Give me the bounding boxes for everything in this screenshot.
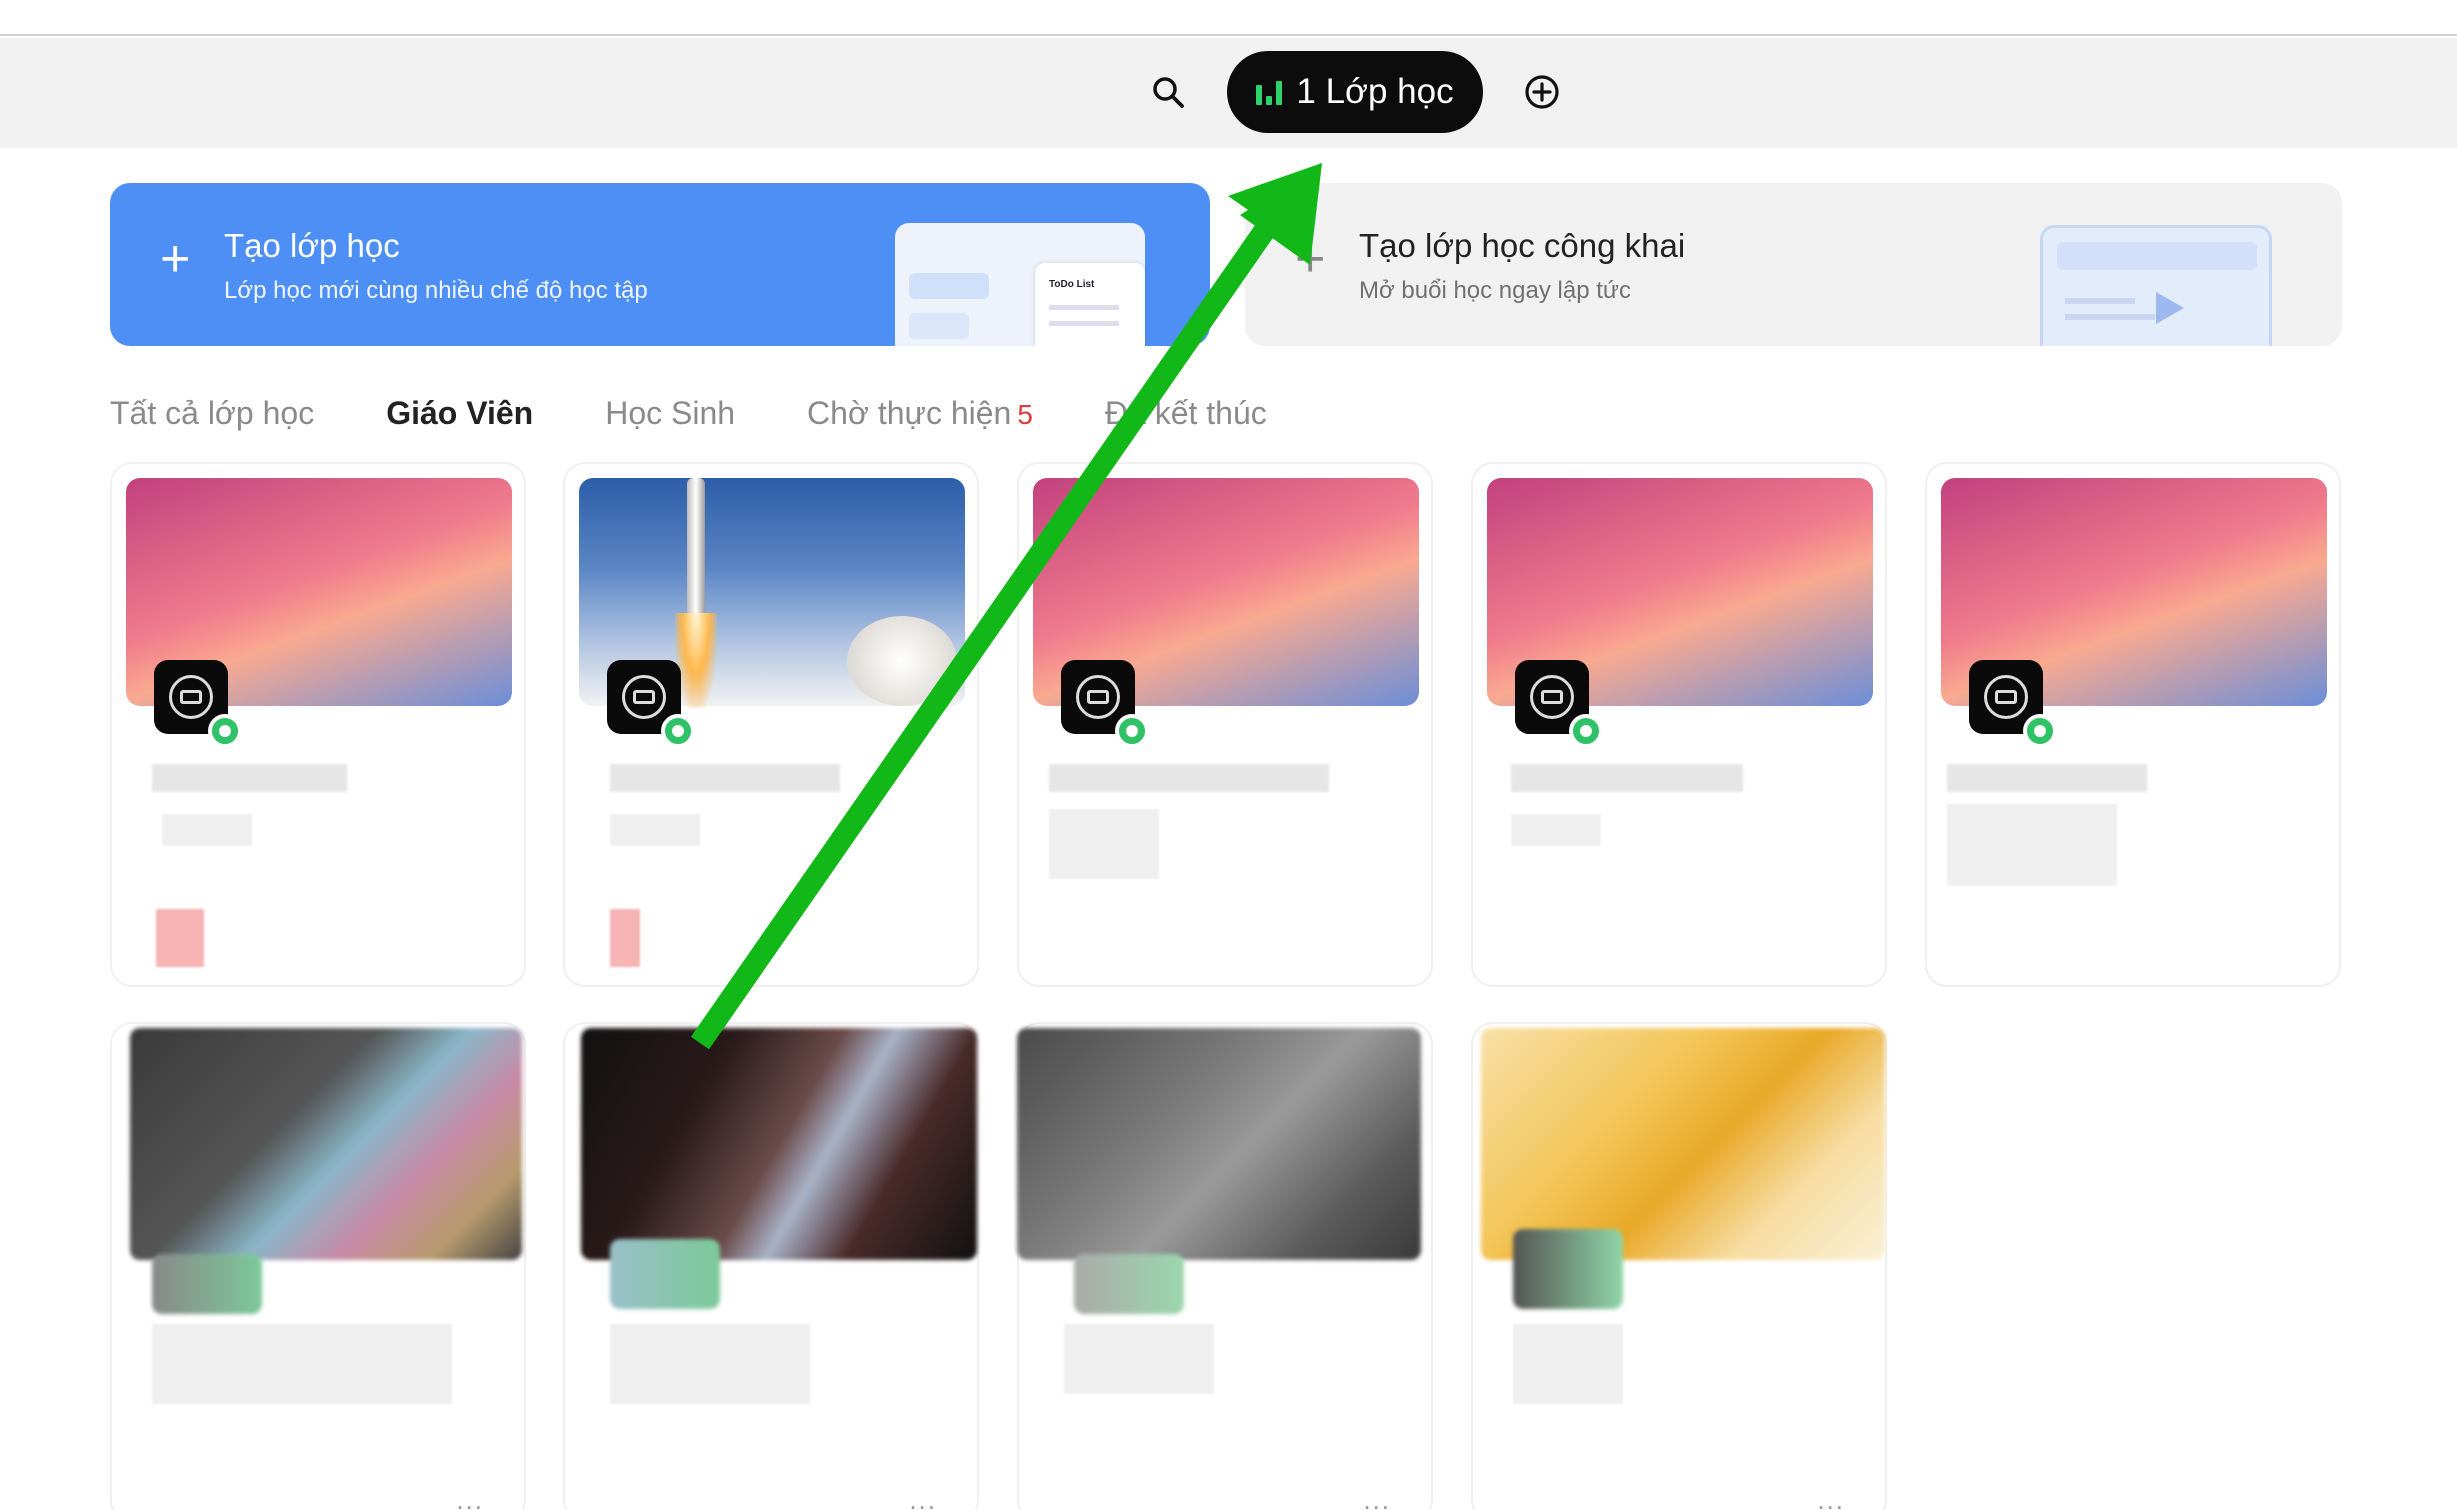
tab-teacher[interactable]: Giáo Viên (386, 395, 533, 432)
class-card[interactable] (563, 462, 979, 987)
card-menu-button[interactable]: ... (1817, 1485, 1845, 1510)
create-class-banner[interactable]: + Tạo lớp học Lớp học mới cùng nhiều chế… (110, 183, 1210, 346)
live-bars-icon (1256, 79, 1283, 105)
class-count-label: 1 Lớp học (1296, 72, 1454, 111)
video-mockup-illustration (2040, 225, 2272, 346)
tab-all-classes[interactable]: Tất cả lớp học (110, 395, 314, 432)
seal-logo-icon (1530, 675, 1574, 719)
tab-pending[interactable]: Chờ thực hiện 5 (807, 395, 1033, 432)
tab-label: Giáo Viên (386, 395, 534, 431)
rocket-illustration (687, 478, 705, 618)
tab-student[interactable]: Học Sinh (605, 395, 735, 432)
tag-redacted (610, 909, 640, 967)
class-name-redacted (152, 1324, 452, 1404)
avatar-redacted (610, 1239, 720, 1309)
avatar-redacted (1074, 1254, 1184, 1314)
class-card[interactable]: ... (1471, 1022, 1887, 1510)
class-name-redacted (1064, 1324, 1214, 1394)
class-info-redacted (1511, 814, 1601, 846)
class-count-button[interactable]: 1 Lớp học (1227, 51, 1483, 133)
class-card[interactable] (1017, 462, 1433, 987)
class-info-redacted (1947, 804, 2117, 886)
class-name-redacted (1049, 764, 1329, 792)
class-cover-redacted (130, 1028, 522, 1260)
class-card[interactable]: ... (1017, 1022, 1433, 1510)
tab-label: Chờ thực hiện (807, 395, 1012, 431)
class-card[interactable]: ... (563, 1022, 979, 1510)
create-public-class-banner[interactable]: + Tạo lớp học công khai Mở buổi học ngay… (1245, 183, 2342, 346)
class-name-redacted (1947, 764, 2147, 792)
card-menu-button[interactable]: ... (1363, 1485, 1391, 1510)
card-menu-button[interactable]: ... (456, 1485, 484, 1510)
online-status-icon (208, 714, 242, 748)
online-status-icon (1569, 714, 1603, 748)
public-class-subtitle: Mở buổi học ngay lập tức (1359, 277, 1631, 304)
class-name-redacted (1511, 764, 1743, 792)
window-top-edge (0, 0, 2457, 36)
class-name-redacted (610, 1324, 810, 1404)
public-class-title: Tạo lớp học công khai (1359, 227, 1686, 264)
seal-logo-icon (1984, 675, 2028, 719)
class-cover-redacted (1017, 1028, 1421, 1260)
app-mockup-illustration: ToDo List (895, 223, 1145, 346)
search-icon (1153, 77, 1184, 108)
plus-circle-icon (1525, 75, 1559, 109)
create-class-title: Tạo lớp học (224, 227, 400, 264)
rocket-flame-illustration (675, 613, 717, 708)
class-card[interactable] (1471, 462, 1887, 987)
class-cover-redacted (1481, 1028, 1885, 1260)
add-button[interactable] (1520, 70, 1564, 114)
smoke-illustration (847, 616, 957, 706)
class-info-redacted (162, 814, 252, 846)
classroom-page: 1 Lớp học + Tạo lớp học Lớp học mới cùng… (0, 0, 2457, 1510)
class-name-redacted (1513, 1324, 1623, 1404)
class-info-redacted (1049, 809, 1159, 879)
todo-list-label: ToDo List (1049, 279, 1095, 290)
card-menu-button[interactable]: ... (909, 1485, 937, 1510)
class-card[interactable] (110, 462, 526, 987)
search-button[interactable] (1148, 72, 1188, 112)
tag-redacted (156, 909, 204, 967)
online-status-icon (1115, 714, 1149, 748)
class-cover-redacted (581, 1028, 977, 1260)
tab-finished[interactable]: Đã kết thúc (1105, 395, 1267, 432)
tab-label: Học Sinh (605, 395, 736, 431)
plus-icon: + (1295, 230, 1326, 288)
online-status-icon (2023, 714, 2057, 748)
tab-label: Tất cả lớp học (110, 395, 315, 431)
class-card[interactable]: ... (110, 1022, 526, 1510)
pending-count-badge: 5 (1017, 399, 1033, 430)
avatar-redacted (152, 1254, 262, 1314)
seal-logo-icon (169, 675, 213, 719)
class-name-redacted (152, 764, 347, 792)
create-class-subtitle: Lớp học mới cùng nhiều chế độ học tập (224, 277, 648, 304)
class-filter-tabs: Tất cả lớp học Giáo Viên Học Sinh Chờ th… (110, 395, 1339, 432)
class-info-redacted (610, 814, 700, 846)
avatar-redacted (1513, 1229, 1623, 1309)
seal-logo-icon (622, 675, 666, 719)
class-name-redacted (610, 764, 840, 792)
online-status-icon (661, 714, 695, 748)
plus-icon: + (160, 230, 191, 288)
class-card[interactable] (1925, 462, 2341, 987)
seal-logo-icon (1076, 675, 1120, 719)
tab-label: Đã kết thúc (1104, 395, 1267, 431)
